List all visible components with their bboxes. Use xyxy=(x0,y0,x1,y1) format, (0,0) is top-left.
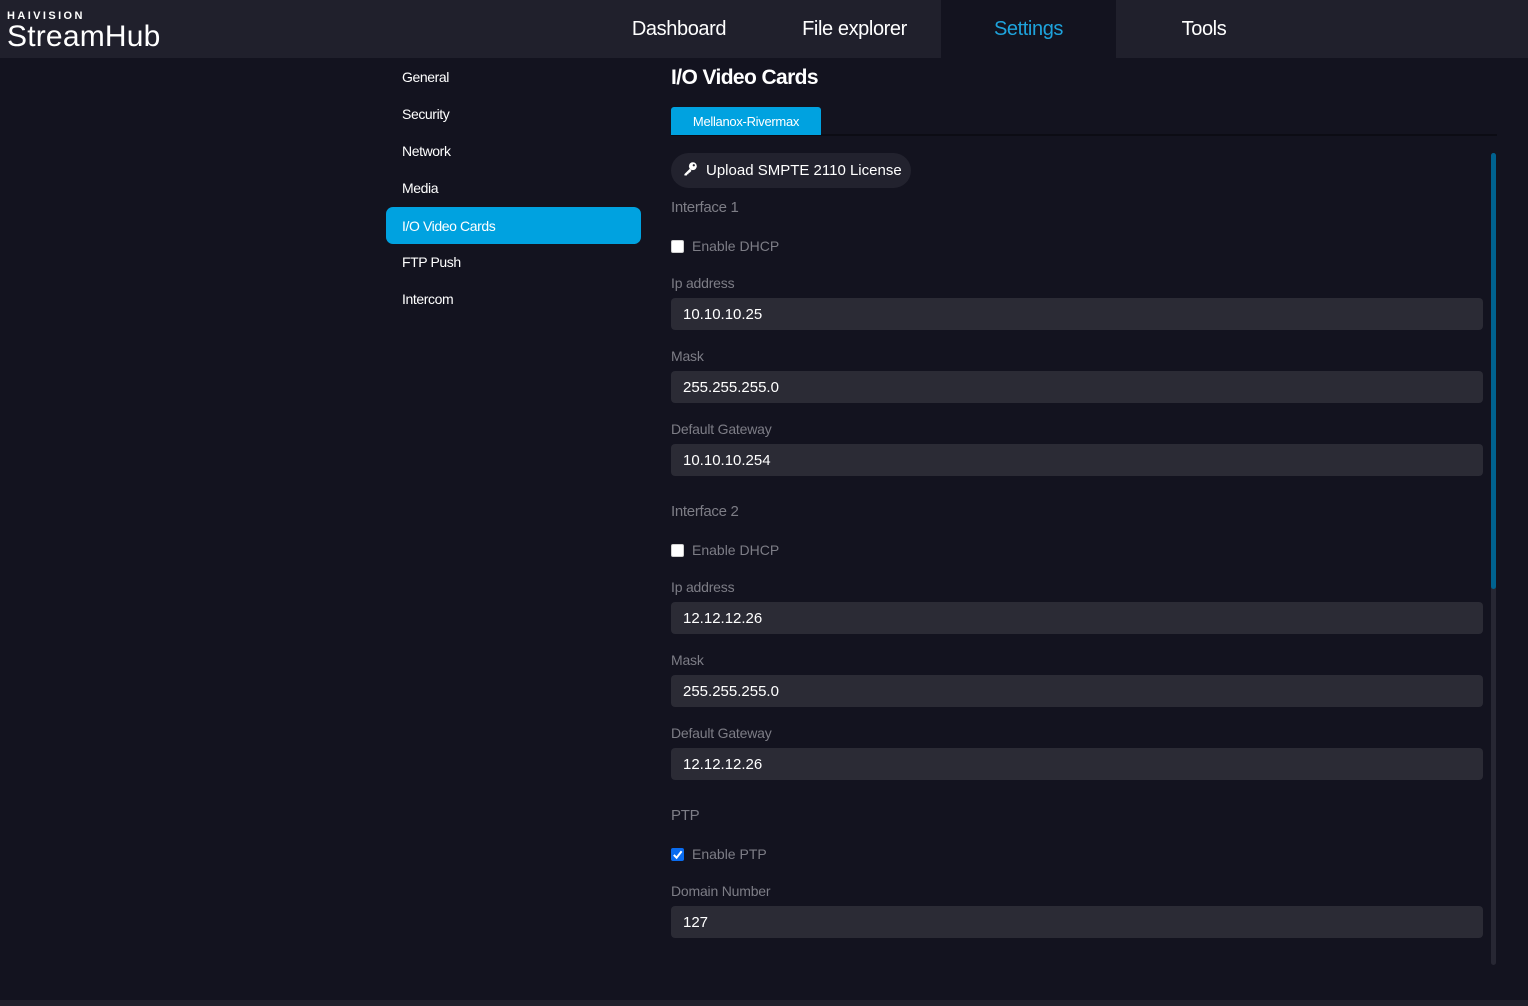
nav-tab-dashboard[interactable]: Dashboard xyxy=(590,0,768,58)
nav-tab-file-explorer[interactable]: File explorer xyxy=(768,0,941,58)
ptp-enable-checkbox[interactable] xyxy=(671,847,684,861)
interface-1-dhcp-row: Enable DHCP xyxy=(671,237,779,255)
interface-1-ip-input[interactable] xyxy=(671,298,1483,330)
interface-2-mask-label: Mask xyxy=(671,652,704,668)
ptp-domain-label: Domain Number xyxy=(671,883,771,899)
upload-button-label: Upload SMPTE 2110 License xyxy=(706,162,902,179)
nav-tab-settings[interactable]: Settings xyxy=(941,0,1116,58)
footer-strip xyxy=(0,1000,1528,1006)
interface-2-dhcp-label: Enable DHCP xyxy=(692,542,780,558)
key-icon xyxy=(683,161,706,180)
ptp-enable-label: Enable PTP xyxy=(692,846,767,862)
interface-2-ip-label: Ip address xyxy=(671,579,735,595)
interface-2-mask-input[interactable] xyxy=(671,675,1483,707)
top-header: HAIVISION StreamHub Dashboard File explo… xyxy=(0,0,1528,58)
sidebar-item-media[interactable]: Media xyxy=(386,169,641,206)
interface-1-mask-input[interactable] xyxy=(671,371,1483,403)
interface-2-gateway-label: Default Gateway xyxy=(671,725,772,741)
content-scrollbar[interactable] xyxy=(1491,153,1496,965)
sidebar-item-intercom[interactable]: Intercom xyxy=(386,280,641,317)
interface-1-gateway-input[interactable] xyxy=(671,444,1483,476)
interface-1-mask-label: Mask xyxy=(671,348,704,364)
sidebar-item-ftp-push[interactable]: FTP Push xyxy=(386,243,641,280)
interface-2-ip-input[interactable] xyxy=(671,602,1483,634)
card-tab-bar: Mellanox-Rivermax xyxy=(671,107,1497,136)
sidebar-item-network[interactable]: Network xyxy=(386,132,641,169)
page-title: I/O Video Cards xyxy=(671,66,819,89)
tab-mellanox-rivermax[interactable]: Mellanox-Rivermax xyxy=(671,107,821,135)
interface-1-ip-label: Ip address xyxy=(671,275,735,291)
ptp-heading: PTP xyxy=(671,807,700,824)
sidebar-item-io-video-cards[interactable]: I/O Video Cards xyxy=(386,207,641,244)
interface-1-gateway-label: Default Gateway xyxy=(671,421,772,437)
haivision-streamhub-logo[interactable]: HAIVISION StreamHub xyxy=(7,10,161,52)
sidebar-item-general[interactable]: General xyxy=(386,58,641,95)
interface-1-heading: Interface 1 xyxy=(671,199,739,216)
sidebar-item-security[interactable]: Security xyxy=(386,95,641,132)
interface-2-gateway-input[interactable] xyxy=(671,748,1483,780)
nav-tab-tools[interactable]: Tools xyxy=(1116,0,1292,58)
interface-2-dhcp-row: Enable DHCP xyxy=(671,541,779,559)
interface-2-dhcp-checkbox[interactable] xyxy=(671,543,684,557)
ptp-enable-row: Enable PTP xyxy=(671,845,767,863)
logo-product: StreamHub xyxy=(7,20,161,53)
interface-1-dhcp-checkbox[interactable] xyxy=(671,239,684,253)
checkmark-icon xyxy=(673,850,683,859)
upload-smpte-license-button[interactable]: Upload SMPTE 2110 License xyxy=(671,153,911,188)
scrollbar-thumb[interactable] xyxy=(1491,153,1496,589)
interface-2-heading: Interface 2 xyxy=(671,503,739,520)
ptp-domain-input[interactable] xyxy=(671,906,1483,938)
interface-1-dhcp-label: Enable DHCP xyxy=(692,238,780,254)
